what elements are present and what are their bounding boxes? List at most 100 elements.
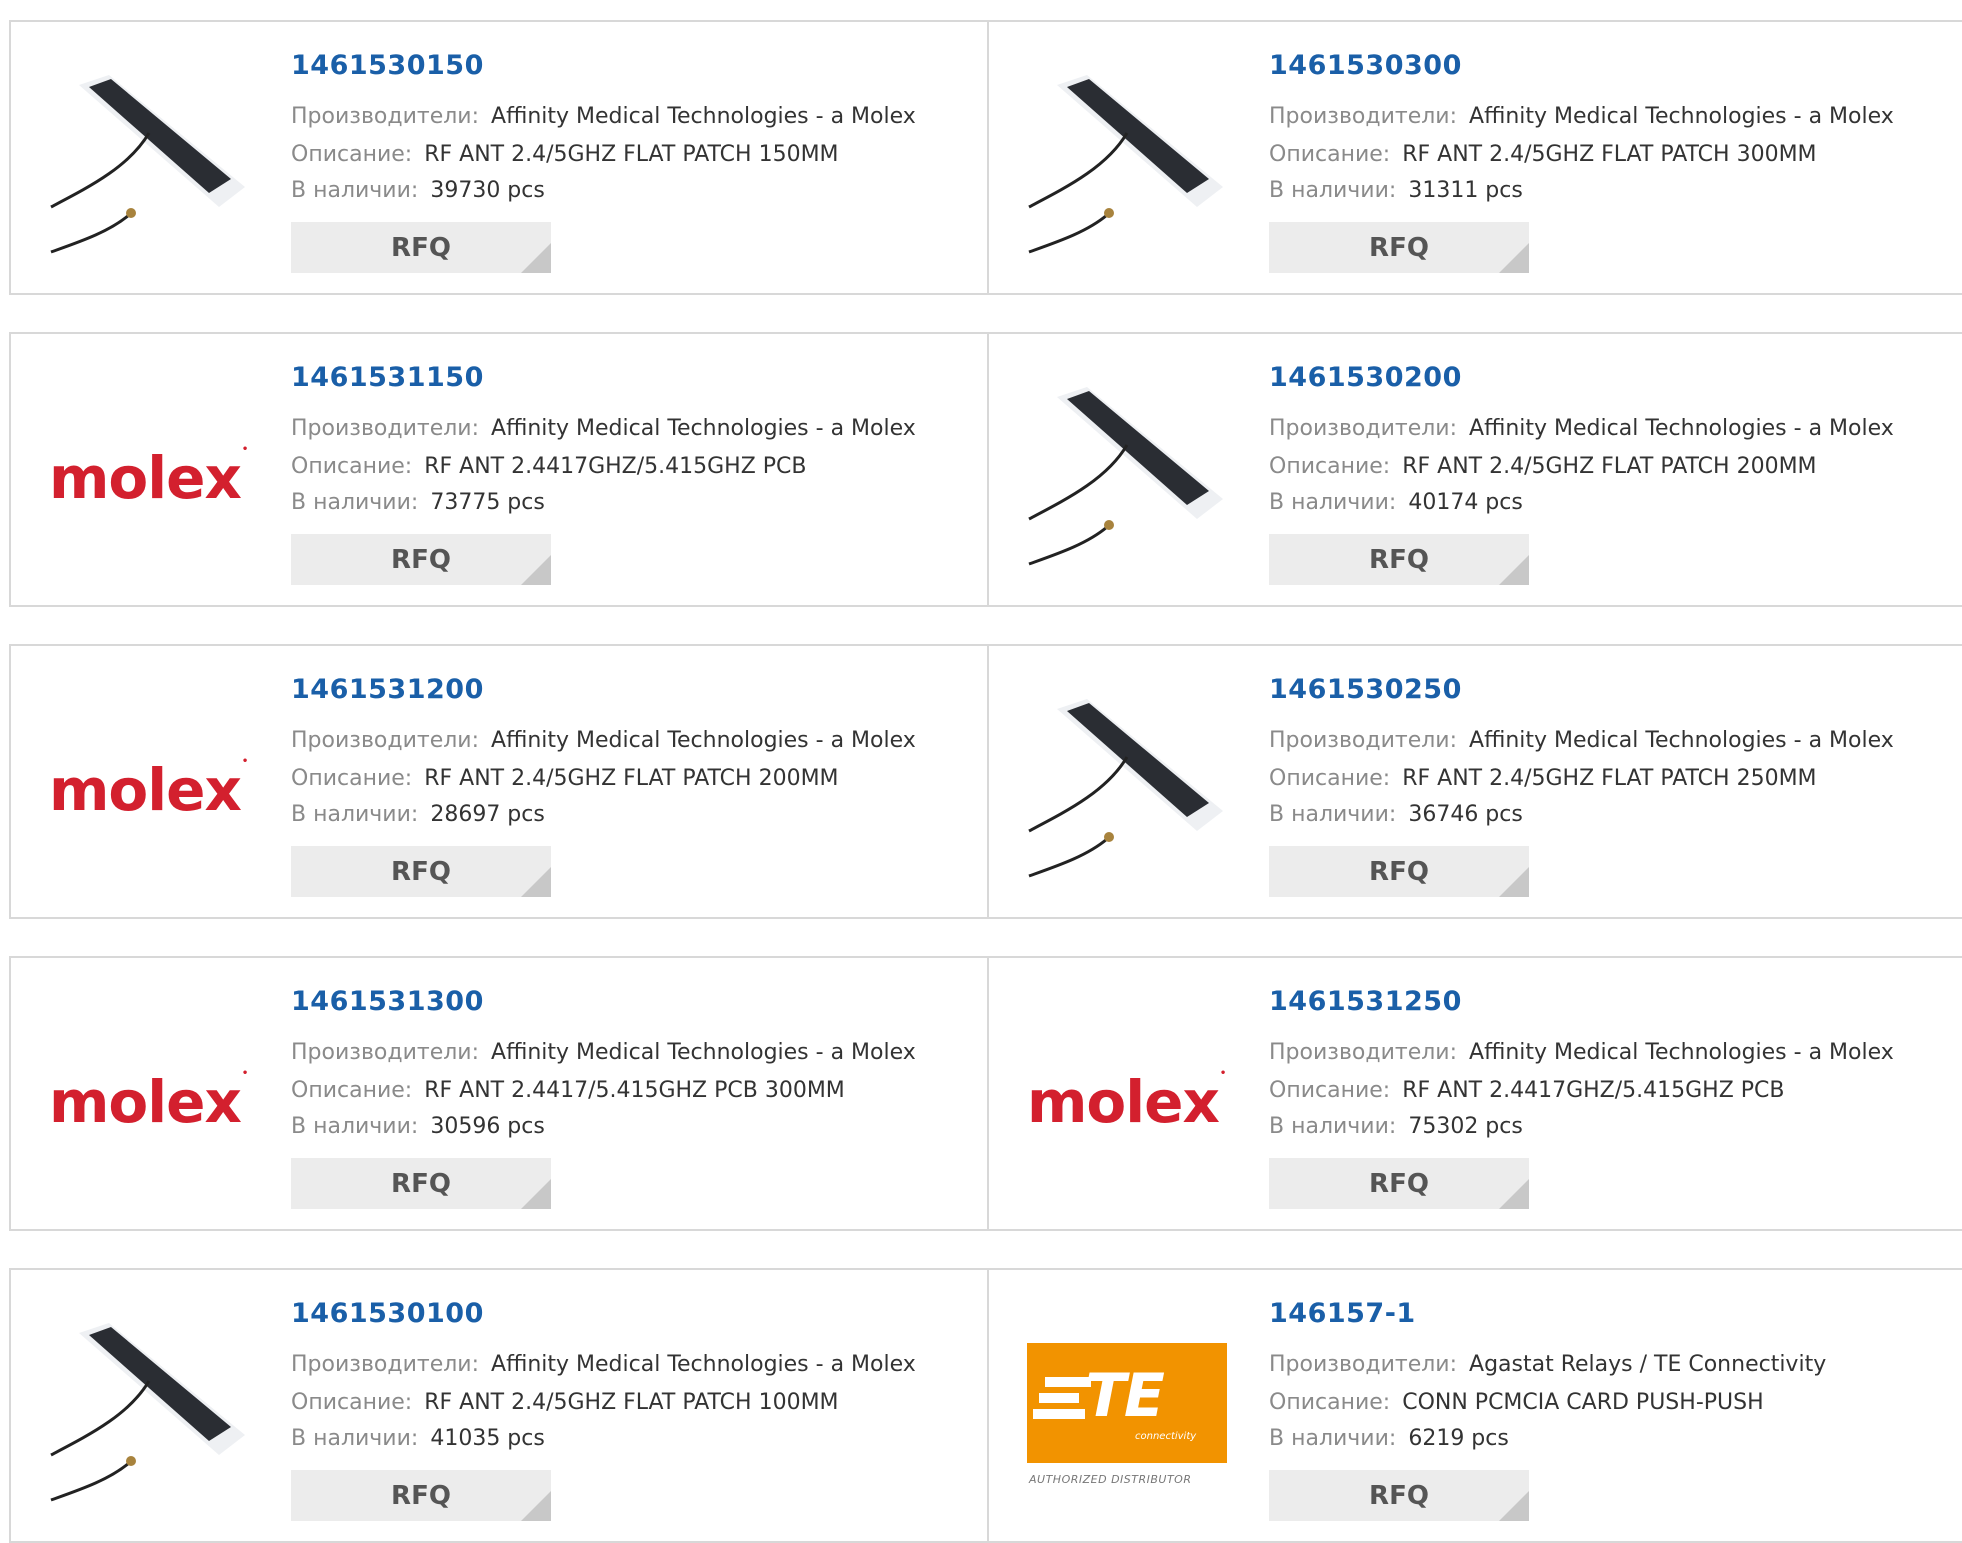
- description-value: RF ANT 2.4417GHZ/5.415GHZ PCB: [1402, 1078, 1785, 1103]
- description-label: Описание:: [1269, 142, 1391, 167]
- product-thumbnail[interactable]: molex•: [49, 681, 253, 885]
- stock-value: 31311 pcs: [1408, 178, 1523, 203]
- rfq-button[interactable]: RFQ: [1269, 222, 1529, 273]
- stock-line: В наличии: 40174 pcs: [1269, 490, 1523, 515]
- part-number-link[interactable]: 1461531150: [291, 362, 484, 393]
- antenna-image: [1027, 57, 1231, 261]
- description-value: CONN PCMCIA CARD PUSH-PUSH: [1402, 1390, 1764, 1415]
- description-value: RF ANT 2.4/5GHZ FLAT PATCH 300MM: [1402, 142, 1817, 167]
- stock-value: 41035 pcs: [430, 1426, 545, 1451]
- rfq-button-label: RFQ: [391, 856, 451, 887]
- part-number-link[interactable]: 1461530250: [1269, 674, 1462, 705]
- stock-label: В наличии:: [1269, 490, 1397, 515]
- description-value: RF ANT 2.4/5GHZ FLAT PATCH 200MM: [424, 766, 839, 791]
- rfq-button-label: RFQ: [391, 544, 451, 575]
- corner-triangle-icon: [1499, 1491, 1529, 1521]
- rfq-button[interactable]: RFQ: [291, 222, 551, 273]
- product-card: molex• 1461531150 Производители: Affinity M…: [11, 334, 989, 605]
- rfq-button[interactable]: RFQ: [291, 846, 551, 897]
- product-row: molex• 1461531150 Производители: Affinity M…: [9, 332, 1962, 607]
- rfq-button[interactable]: RFQ: [291, 1470, 551, 1521]
- part-number-link[interactable]: 1461530100: [291, 1298, 484, 1329]
- product-thumbnail[interactable]: [1027, 57, 1231, 261]
- stock-value: 36746 pcs: [1408, 802, 1523, 827]
- description-label: Описание:: [291, 142, 413, 167]
- manufacturer-line: Производители: Affinity Medical Technolog…: [291, 1352, 916, 1377]
- description-value: RF ANT 2.4/5GHZ FLAT PATCH 200MM: [1402, 454, 1817, 479]
- antenna-image: [1027, 681, 1231, 885]
- description-label: Описание:: [291, 766, 413, 791]
- product-thumbnail[interactable]: [1027, 369, 1231, 573]
- rfq-button[interactable]: RFQ: [1269, 846, 1529, 897]
- product-thumbnail[interactable]: [49, 57, 253, 261]
- rfq-button-label: RFQ: [1369, 856, 1429, 887]
- stock-label: В наличии:: [291, 1114, 419, 1139]
- corner-triangle-icon: [521, 867, 551, 897]
- description-label: Описание:: [1269, 1390, 1391, 1415]
- part-number-link[interactable]: 146157-1: [1269, 1298, 1416, 1329]
- manufacturer-label: Производители:: [291, 728, 480, 753]
- rfq-button[interactable]: RFQ: [1269, 1470, 1529, 1521]
- rfq-button[interactable]: RFQ: [291, 534, 551, 585]
- manufacturer-value: Affinity Medical Technologies - a Molex: [491, 416, 916, 441]
- product-card: 1461530200 Производители: Affinity Medical…: [989, 334, 1962, 605]
- manufacturer-label: Производители:: [1269, 416, 1458, 441]
- part-number-link[interactable]: 1461530150: [291, 50, 484, 81]
- stock-value: 30596 pcs: [430, 1114, 545, 1139]
- part-number-link[interactable]: 1461531250: [1269, 986, 1462, 1017]
- description-value: RF ANT 2.4/5GHZ FLAT PATCH 100MM: [424, 1390, 839, 1415]
- stock-line: В наличии: 41035 pcs: [291, 1426, 545, 1451]
- part-number-link[interactable]: 1461531300: [291, 986, 484, 1017]
- description-value: RF ANT 2.4/5GHZ FLAT PATCH 150MM: [424, 142, 839, 167]
- stock-line: В наличии: 6219 pcs: [1269, 1426, 1509, 1451]
- product-thumbnail[interactable]: molex•: [1027, 993, 1231, 1197]
- description-line: Описание: RF ANT 2.4/5GHZ FLAT PATCH 250M…: [1269, 766, 1817, 791]
- manufacturer-line: Производители: Affinity Medical Technolog…: [1269, 104, 1894, 129]
- manufacturer-value: Affinity Medical Technologies - a Molex: [1469, 728, 1894, 753]
- manufacturer-label: Производители:: [291, 416, 480, 441]
- stock-value: 40174 pcs: [1408, 490, 1523, 515]
- te-logo-subtext: connectivity: [1135, 1431, 1197, 1442]
- description-label: Описание:: [291, 1078, 413, 1103]
- molex-logo-text: molex: [49, 1068, 242, 1136]
- product-thumbnail[interactable]: [49, 1305, 253, 1509]
- molex-logo: molex•: [1027, 1068, 1231, 1136]
- product-card: 1461530250 Производители: Affinity Medical…: [989, 646, 1962, 917]
- corner-triangle-icon: [1499, 867, 1529, 897]
- rfq-button-label: RFQ: [391, 1480, 451, 1511]
- stock-label: В наличии:: [291, 178, 419, 203]
- manufacturer-label: Производители:: [1269, 1040, 1458, 1065]
- product-thumbnail[interactable]: molex•: [49, 993, 253, 1197]
- molex-logo: molex•: [49, 1068, 253, 1136]
- product-row: 1461530100 Производители: Affinity Medical…: [9, 1268, 1962, 1543]
- manufacturer-label: Производители:: [291, 1040, 480, 1065]
- rfq-button[interactable]: RFQ: [1269, 1158, 1529, 1209]
- manufacturer-label: Производители:: [291, 1352, 480, 1377]
- corner-triangle-icon: [521, 243, 551, 273]
- part-number-link[interactable]: 1461531200: [291, 674, 484, 705]
- product-row: 1461530150 Производители: Affinity Medical…: [9, 20, 1962, 295]
- te-stripes-icon: [1033, 1377, 1091, 1419]
- product-thumbnail[interactable]: TE connectivity AUTHORIZED DISTRIBUTOR: [1027, 1305, 1231, 1509]
- stock-label: В наличии:: [1269, 1426, 1397, 1451]
- stock-line: В наличии: 28697 pcs: [291, 802, 545, 827]
- molex-logo: molex•: [49, 444, 253, 512]
- molex-logo-text: molex: [49, 444, 242, 512]
- part-number-link[interactable]: 1461530200: [1269, 362, 1462, 393]
- rfq-button[interactable]: RFQ: [291, 1158, 551, 1209]
- antenna-image: [49, 57, 253, 261]
- product-card: molex• 1461531200 Производители: Affinity M…: [11, 646, 989, 917]
- rfq-button[interactable]: RFQ: [1269, 534, 1529, 585]
- description-line: Описание: CONN PCMCIA CARD PUSH-PUSH: [1269, 1390, 1764, 1415]
- corner-triangle-icon: [521, 1179, 551, 1209]
- description-line: Описание: RF ANT 2.4/5GHZ FLAT PATCH 100M…: [291, 1390, 839, 1415]
- part-number-link[interactable]: 1461530300: [1269, 50, 1462, 81]
- rfq-button-label: RFQ: [1369, 1480, 1429, 1511]
- product-thumbnail[interactable]: [1027, 681, 1231, 885]
- molex-logo: molex•: [49, 756, 253, 824]
- manufacturer-label: Производители:: [1269, 1352, 1458, 1377]
- molex-logo-text: molex: [1027, 1068, 1220, 1136]
- product-card: TE connectivity AUTHORIZED DISTRIBUTOR 1461…: [989, 1270, 1962, 1541]
- manufacturer-line: Производители: Affinity Medical Technolog…: [1269, 1040, 1894, 1065]
- product-thumbnail[interactable]: molex•: [49, 369, 253, 573]
